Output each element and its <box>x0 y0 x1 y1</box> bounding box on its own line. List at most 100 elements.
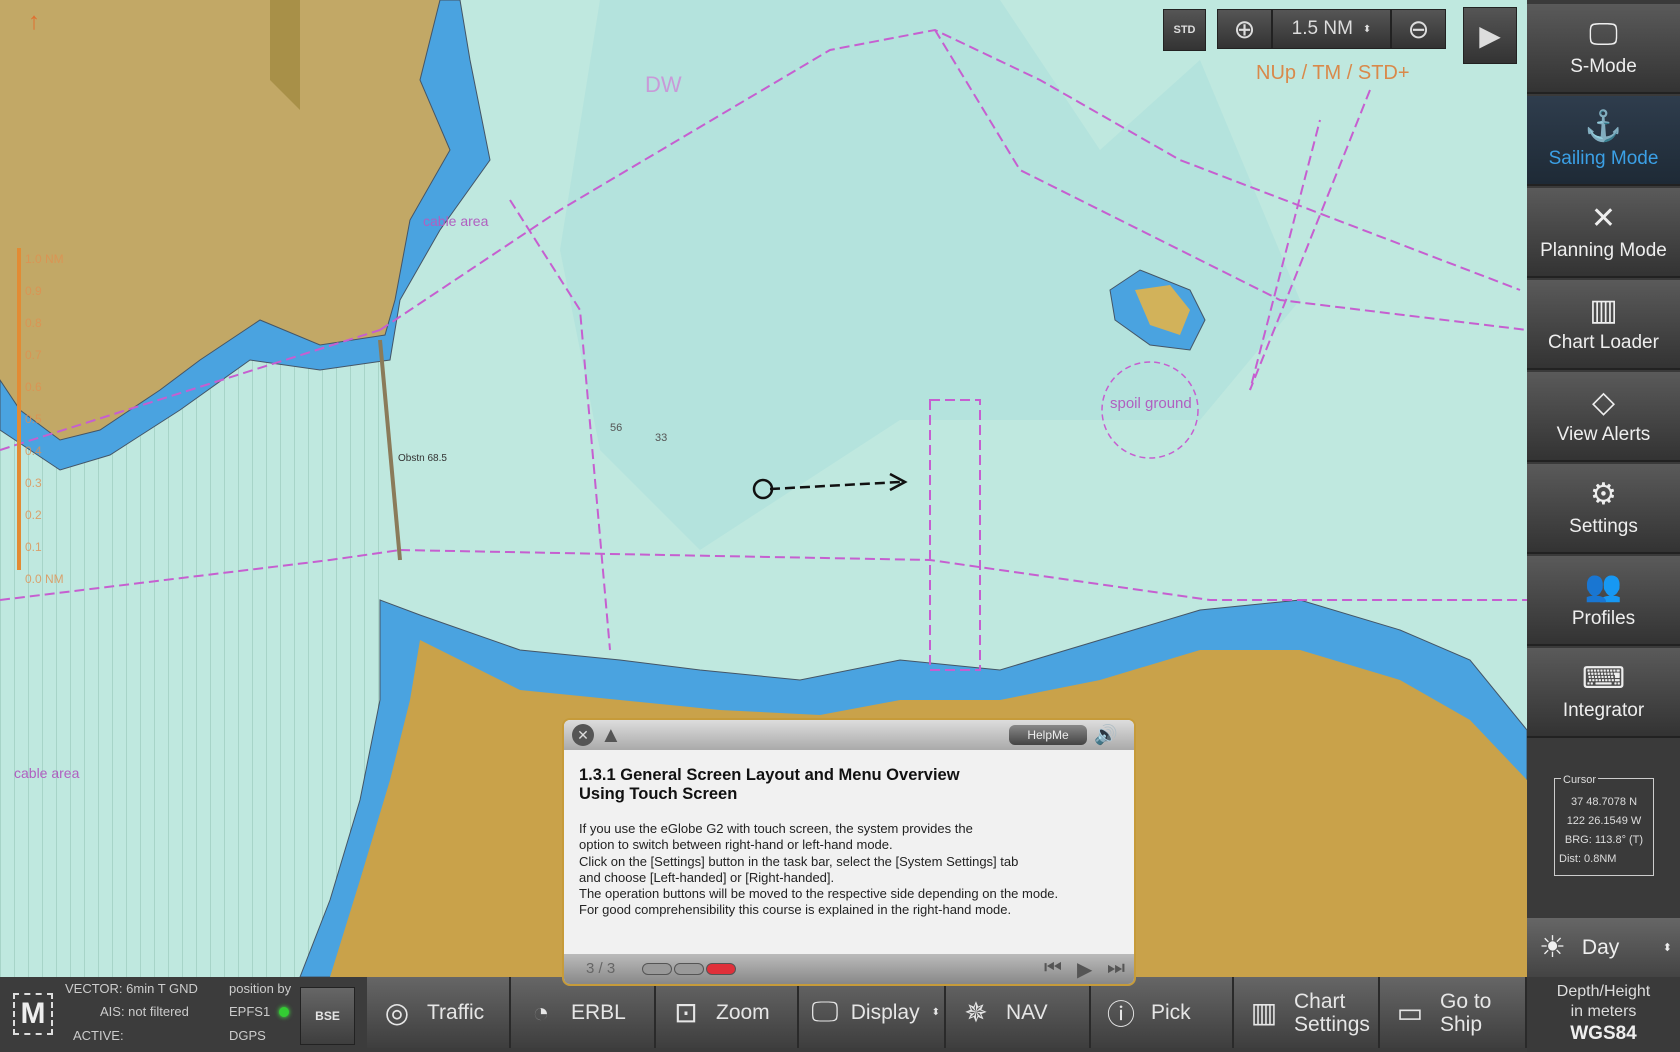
progress-segment[interactable] <box>674 963 704 975</box>
page-indicator: 3 / 3 <box>586 960 616 977</box>
sidebar-item-label: Settings <box>1569 516 1638 537</box>
label-line: Settings <box>1294 1012 1370 1036</box>
scale-tick: 0.6 <box>25 380 42 394</box>
title-line: 1.3.1 General Screen Layout and Menu Ove… <box>579 766 960 784</box>
go-to-ship-button[interactable]: ▭ Go to Ship <box>1380 977 1527 1048</box>
m-logo[interactable]: M <box>13 993 53 1035</box>
label-line: Chart <box>1294 989 1346 1013</box>
scale-tick: 0.7 <box>25 348 42 362</box>
chart-settings-button[interactable]: ▥ Chart Settings <box>1234 977 1380 1048</box>
bse-button[interactable]: BSE <box>300 987 355 1045</box>
collapse-triangle-icon[interactable]: ▲ <box>600 722 622 748</box>
nav-button[interactable]: ✵ NAV <box>946 977 1091 1048</box>
chart-label: spoil ground <box>1110 395 1192 412</box>
chart-label: DW <box>645 72 682 97</box>
display-button[interactable]: 🖵 Display ⬍ <box>799 977 946 1048</box>
alert-diamond-icon: ◇ <box>1591 386 1616 419</box>
button-label: Chart Settings <box>1294 990 1370 1036</box>
next-page-icon[interactable]: ▶ <box>1077 957 1092 982</box>
datum: WGS84 <box>1570 1023 1637 1044</box>
sidebar-item-s-mode[interactable]: 🖵 S-Mode <box>1527 4 1680 94</box>
scale-tick: 0.9 <box>25 284 42 298</box>
close-icon[interactable]: ✕ <box>572 724 594 746</box>
sidebar-item-label: S-Mode <box>1570 56 1637 77</box>
play-button[interactable]: ▶ <box>1463 7 1517 64</box>
bottom-taskbar: M VECTOR: 6min T GND AIS: not filtered A… <box>0 977 1527 1052</box>
sidebar-item-label: Planning Mode <box>1540 240 1667 261</box>
sidebar-item-sailing-mode[interactable]: ⚓ Sailing Mode <box>1527 96 1680 186</box>
cursor-lat: 37 48.7078 N <box>1570 796 1638 808</box>
button-label: Pick <box>1151 1000 1191 1024</box>
range-select[interactable]: 1.5 NM ⬍ <box>1272 9 1391 49</box>
keyboard-icon: ⌨ <box>1581 662 1626 695</box>
gps-status-led <box>279 1007 289 1017</box>
helpme-button[interactable]: HelpMe <box>1009 725 1087 745</box>
day-night-select[interactable]: ☀ Day ⬍ <box>1527 918 1680 977</box>
spinner-icon: ⬍ <box>1362 23 1372 35</box>
zoom-out-button[interactable]: ⊖ <box>1391 9 1446 49</box>
cursor-readout: Cursor 37 48.7078 N 122 26.1549 W BRG: 1… <box>1554 771 1654 876</box>
last-page-icon[interactable]: ⏭ <box>1107 957 1125 980</box>
spinner-icon: ⬍ <box>1662 942 1672 954</box>
sidebar-item-planning-mode[interactable]: ✕ Planning Mode <box>1527 188 1680 278</box>
cursor-legend: Cursor <box>1561 771 1599 790</box>
sidebar-item-label: Sailing Mode <box>1548 148 1659 169</box>
chart-label: cable area <box>14 765 80 781</box>
map-zoom-icon: ⊡ <box>674 997 698 1028</box>
zoom-in-button[interactable]: ⊕ <box>1217 9 1272 49</box>
monitor-icon: 🖵 <box>1589 18 1618 51</box>
ship-map-icon: ▭ <box>1396 997 1424 1028</box>
progress-segments <box>642 963 736 975</box>
button-label: Display <box>850 1000 920 1024</box>
cursor-distance: Dist: 0.8NM <box>1559 853 1617 865</box>
active-info: ACTIVE: <box>73 1028 124 1043</box>
erbl-button[interactable]: ◔ ERBL <box>511 977 656 1048</box>
progress-segment[interactable] <box>642 963 672 975</box>
cursor-lon: 122 26.1549 W <box>1566 815 1642 827</box>
traffic-button[interactable]: ◎ Traffic <box>367 977 511 1048</box>
radar-icon: ◎ <box>384 997 410 1028</box>
users-icon: 👥 <box>1584 570 1623 603</box>
first-page-icon[interactable]: ⏮ <box>1044 957 1062 980</box>
help-dialog-header: ✕ ▲ HelpMe 🔊 <box>564 720 1134 750</box>
chart-label: Obstn 68.5 <box>398 453 447 464</box>
scale-tick: 0.2 <box>25 508 42 522</box>
gear-icon: ⚙ <box>1590 478 1617 511</box>
chart-type-std-button[interactable]: STD <box>1163 9 1206 51</box>
button-label: Zoom <box>716 1000 770 1024</box>
sidebar-item-settings[interactable]: ⚙ Settings <box>1527 464 1680 554</box>
sidebar-item-label: Integrator <box>1562 700 1645 721</box>
day-label: Day <box>1581 935 1620 959</box>
sidebar: 🖵 S-Mode ⚓ Sailing Mode ✕ Planning Mode ▥ Ch… <box>1527 0 1680 1052</box>
help-body: If you use the eGlobe G2 with touch scre… <box>579 821 1059 918</box>
range-scale: 1.0 NM 0.9 0.8 0.7 0.6 0.5 0.4 0.3 0.2 0… <box>25 243 64 595</box>
compass-icon: ✵ <box>964 997 988 1028</box>
sidebar-item-integrator[interactable]: ⌨ Integrator <box>1527 648 1680 738</box>
epfs-value: EPFS1 <box>229 1004 271 1019</box>
progress-segment-current[interactable] <box>706 963 736 975</box>
position-by-label: position by <box>229 981 292 996</box>
scale-top: 1.0 NM <box>25 252 64 266</box>
sidebar-item-label: Profiles <box>1571 608 1636 629</box>
anchor-icon: ⚓ <box>1584 110 1623 143</box>
chart-label: cable area <box>423 213 489 229</box>
orientation-mode[interactable]: NUp / TM / STD+ <box>1256 62 1410 85</box>
title-line: Using Touch Screen <box>579 785 738 803</box>
pick-button[interactable]: ⓘ Pick <box>1091 977 1234 1048</box>
chart-map-icon: ▥ <box>1589 294 1618 327</box>
speaker-icon[interactable]: 🔊 <box>1094 723 1118 747</box>
sidebar-item-profiles[interactable]: 👥 Profiles <box>1527 556 1680 646</box>
help-dialog-footer: 3 / 3 ⏮ ▶ ⏭ <box>564 954 1134 984</box>
button-label: Traffic <box>427 1000 485 1024</box>
sidebar-item-chart-loader[interactable]: ▥ Chart Loader <box>1527 280 1680 370</box>
zoom-button[interactable]: ⊡ Zoom <box>656 977 799 1048</box>
depth-unit: in meters <box>1570 1003 1637 1020</box>
depth-label: Depth/Height <box>1556 983 1651 1000</box>
scale-bottom: 0.0 NM <box>25 572 64 586</box>
scale-tick: 0.3 <box>25 476 42 490</box>
scale-tick: 0.5 <box>25 412 42 426</box>
scale-tick: 0.1 <box>25 540 42 554</box>
help-title: 1.3.1 General Screen Layout and Menu Ove… <box>579 766 960 804</box>
sidebar-item-view-alerts[interactable]: ◇ View Alerts <box>1527 372 1680 462</box>
scale-tick: 0.4 <box>25 444 42 458</box>
